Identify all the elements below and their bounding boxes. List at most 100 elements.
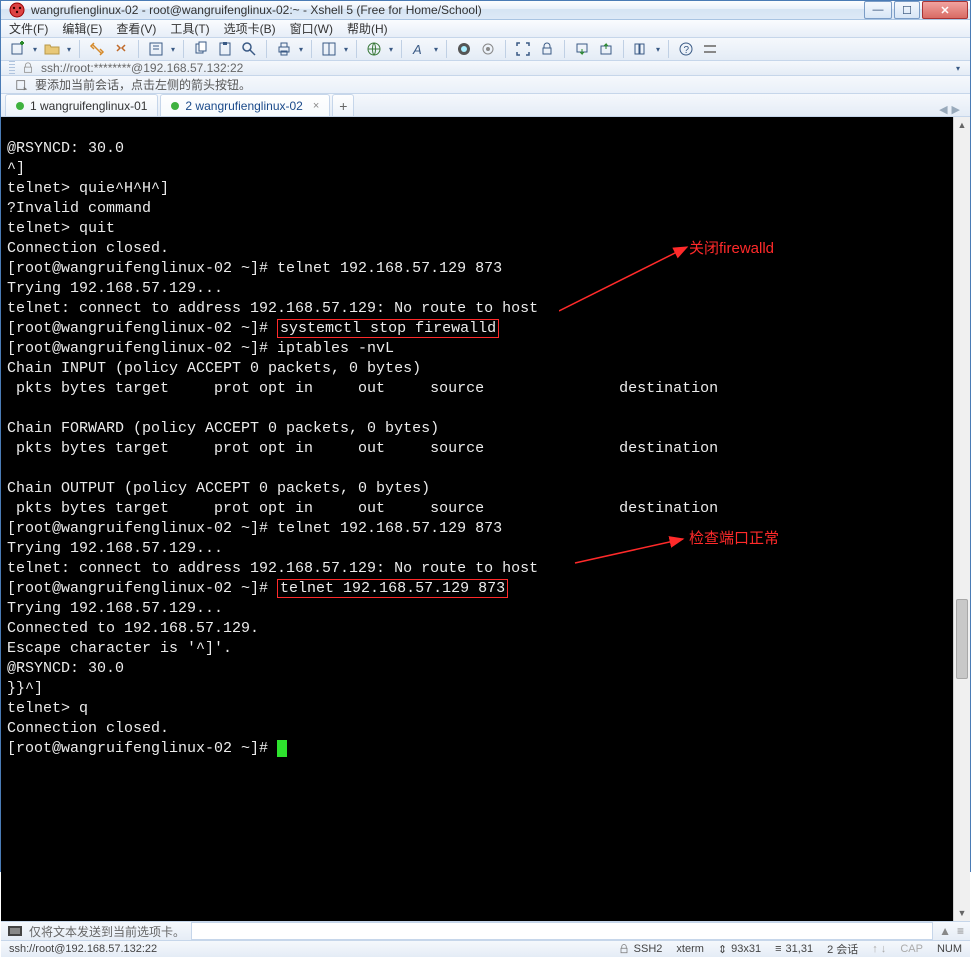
titlebar[interactable]: wangrufienglinux-02 - root@wangruifengli…: [1, 1, 970, 20]
close-tab-icon[interactable]: ×: [313, 100, 319, 112]
terminal-line: [root@wangruifenglinux-02 ~]#: [7, 740, 287, 757]
terminal[interactable]: @RSYNCD: 30.0 ^] telnet> quie^H^H^] ?Inv…: [1, 117, 953, 921]
terminal-line: pkts bytes target prot opt in out source…: [7, 500, 718, 517]
tab-label: 1 wangruifenglinux-01: [30, 99, 147, 113]
tunnel-down-button[interactable]: [571, 38, 593, 60]
scrollbar-thumb[interactable]: [956, 599, 968, 679]
disconnect-button[interactable]: [110, 38, 132, 60]
menu-icon[interactable]: ≡: [957, 924, 964, 938]
menu-tabs[interactable]: 选项卡(B): [224, 20, 276, 37]
highlighted-command: systemctl stop firewalld: [277, 319, 499, 338]
hint-text: 要添加当前会话，点击左侧的箭头按钮。: [35, 76, 251, 93]
address-text[interactable]: ssh://root:********@192.168.57.132:22: [41, 61, 948, 75]
status-sessions: 2 会话: [827, 941, 858, 957]
add-session-icon[interactable]: [15, 78, 29, 92]
annotation-text: 关闭firewalld: [689, 239, 774, 259]
print-button[interactable]: [273, 38, 295, 60]
highlight-button[interactable]: [477, 38, 499, 60]
terminal-line: @RSYNCD: 30.0: [7, 660, 124, 677]
menu-window[interactable]: 窗口(W): [290, 20, 333, 37]
dropdown-icon[interactable]: ▾: [954, 64, 962, 73]
terminal-area: @RSYNCD: 30.0 ^] telnet> quie^H^H^] ?Inv…: [1, 117, 970, 921]
terminal-line: Chain OUTPUT (policy ACCEPT 0 packets, 0…: [7, 480, 430, 497]
maximize-button[interactable]: ☐: [894, 1, 920, 19]
cursor: [277, 740, 287, 757]
help-button[interactable]: ?: [675, 38, 697, 60]
copy-button[interactable]: [190, 38, 212, 60]
grip-icon: [9, 61, 15, 75]
reconnect-button[interactable]: [86, 38, 108, 60]
terminal-line: telnet> quit: [7, 220, 115, 237]
dropdown-icon[interactable]: ▾: [654, 45, 662, 54]
dropdown-icon[interactable]: ▾: [65, 45, 73, 54]
terminal-line: Trying 192.168.57.129...: [7, 280, 223, 297]
session-tab[interactable]: 2 wangrufienglinux-02 ×: [160, 94, 330, 116]
dropdown-icon[interactable]: ▾: [342, 45, 350, 54]
hint-bar: 要添加当前会话，点击左侧的箭头按钮。: [1, 76, 970, 94]
next-tab-button[interactable]: ▶: [952, 103, 960, 116]
dropdown-icon[interactable]: ▾: [169, 45, 177, 54]
terminal-line: ?Invalid command: [7, 200, 151, 217]
open-folder-button[interactable]: [41, 38, 63, 60]
terminal-line: Connected to 192.168.57.129.: [7, 620, 259, 637]
tunnel-up-button[interactable]: [595, 38, 617, 60]
terminal-line: pkts bytes target prot opt in out source…: [7, 380, 718, 397]
close-button[interactable]: ✕: [922, 1, 968, 19]
menu-file[interactable]: 文件(F): [9, 20, 48, 37]
scrollbar[interactable]: ▲ ▼: [953, 117, 970, 921]
find-button[interactable]: [238, 38, 260, 60]
address-bar: ssh://root:********@192.168.57.132:22 ▾: [1, 61, 970, 76]
menu-edit[interactable]: 编辑(E): [62, 20, 102, 37]
terminal-line: [root@wangruifenglinux-02 ~]# telnet 192…: [7, 260, 502, 277]
lock-icon: [618, 943, 630, 955]
color-scheme-button[interactable]: [453, 38, 475, 60]
encoding-button[interactable]: [363, 38, 385, 60]
font-button[interactable]: A: [408, 38, 430, 60]
dropdown-icon[interactable]: ▾: [387, 45, 395, 54]
status-term: xterm: [676, 943, 704, 955]
terminal-line: }}^]: [7, 680, 43, 697]
window-title: wangrufienglinux-02 - root@wangruifengli…: [31, 3, 862, 17]
lock-button[interactable]: [536, 38, 558, 60]
minimize-button[interactable]: —: [864, 1, 892, 19]
lock-icon: [21, 61, 35, 75]
compose-bar: 仅将文本发送到当前选项卡。 ▲ ≡: [1, 921, 970, 940]
arrow-icon: [559, 243, 699, 313]
scroll-down-button[interactable]: ▼: [954, 905, 970, 921]
highlighted-command: telnet 192.168.57.129 873: [277, 579, 508, 598]
status-dot-icon: [171, 102, 179, 110]
new-tab-button[interactable]: +: [332, 94, 354, 116]
terminal-line: Connection closed.: [7, 720, 169, 737]
status-size: ⇕ 93x31: [718, 943, 761, 956]
app-icon: [9, 2, 25, 18]
fullscreen-button[interactable]: [512, 38, 534, 60]
dropdown-icon[interactable]: ▾: [432, 45, 440, 54]
terminal-line: Escape character is '^]'.: [7, 640, 232, 657]
menu-view[interactable]: 查看(V): [116, 20, 156, 37]
prev-tab-button[interactable]: ◀: [939, 103, 947, 116]
svg-text:?: ?: [684, 45, 690, 56]
terminal-line: Chain INPUT (policy ACCEPT 0 packets, 0 …: [7, 360, 421, 377]
view-cols-button[interactable]: [630, 38, 652, 60]
dropdown-icon[interactable]: ▾: [297, 45, 305, 54]
tab-bar: 1 wangruifenglinux-01 2 wangrufienglinux…: [1, 94, 970, 117]
session-tab[interactable]: 1 wangruifenglinux-01: [5, 94, 158, 116]
dropdown-icon[interactable]: ▾: [31, 45, 39, 54]
menu-tools[interactable]: 工具(T): [170, 20, 209, 37]
menu-help[interactable]: 帮助(H): [347, 20, 388, 37]
status-ssh: SSH2: [618, 943, 663, 955]
settings-button[interactable]: [699, 38, 721, 60]
toolbar: ▾ ▾ ▾ ▾ ▾ ▾ A▾ ▾ ?: [1, 38, 970, 61]
terminal-line: ^]: [7, 160, 25, 177]
new-session-button[interactable]: [7, 38, 29, 60]
properties-button[interactable]: [145, 38, 167, 60]
terminal-line: Trying 192.168.57.129...: [7, 540, 223, 557]
status-cap: CAP: [900, 943, 923, 955]
send-mode-icon[interactable]: [7, 923, 23, 939]
tab-label: 2 wangrufienglinux-02: [185, 99, 302, 113]
scroll-up-button[interactable]: ▲: [954, 117, 970, 133]
scroll-up-icon[interactable]: ▲: [939, 924, 951, 938]
send-input[interactable]: [191, 922, 933, 940]
layout-button[interactable]: [318, 38, 340, 60]
paste-button[interactable]: [214, 38, 236, 60]
